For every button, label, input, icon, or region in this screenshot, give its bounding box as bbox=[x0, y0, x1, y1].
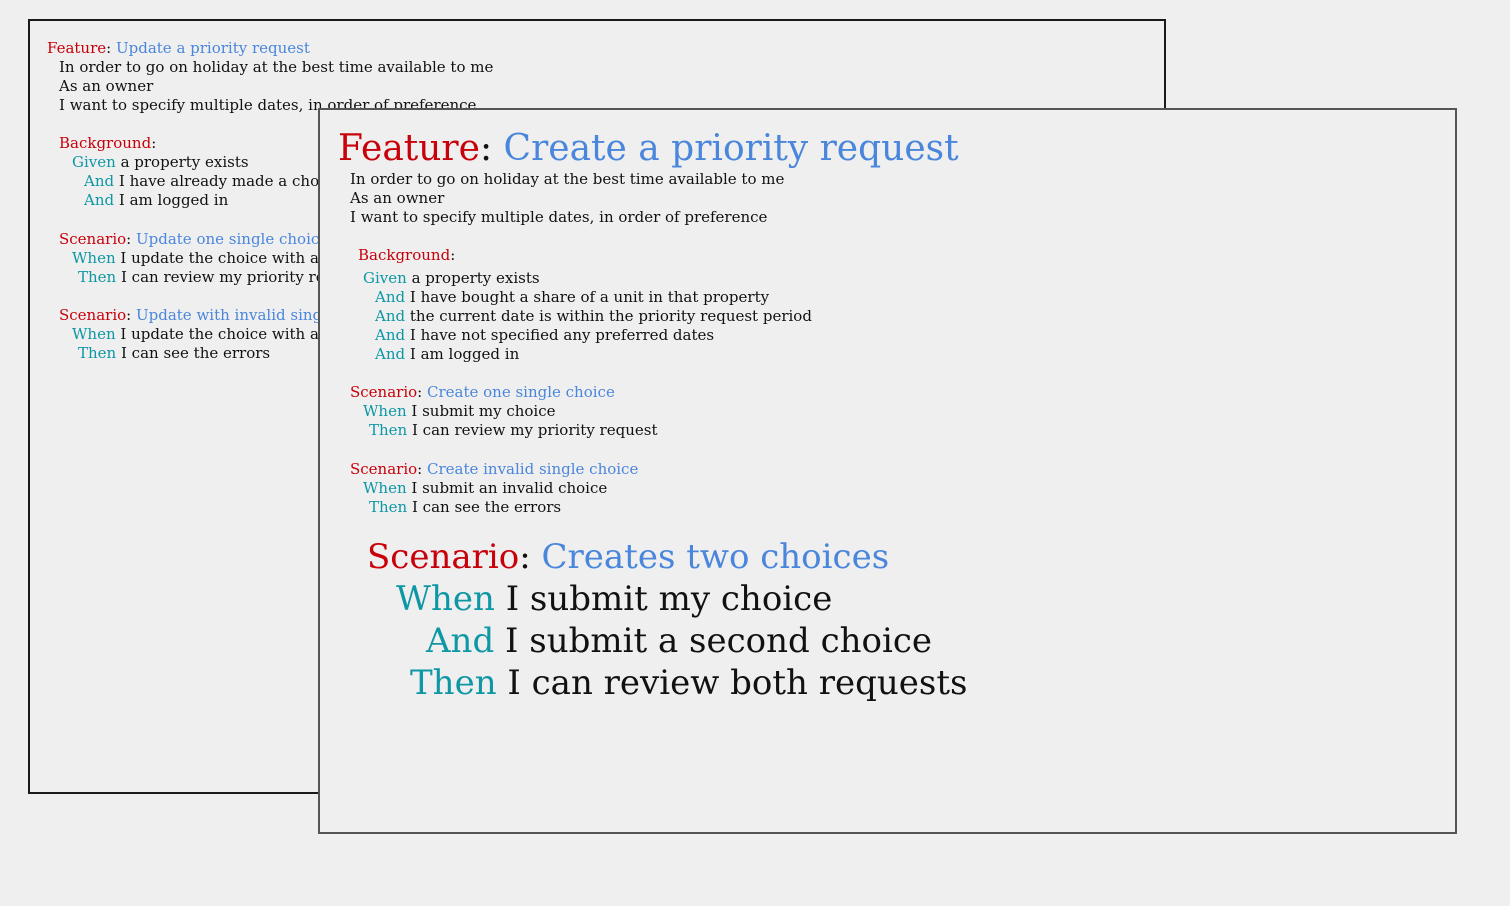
description-line: As an owner bbox=[350, 189, 445, 207]
step-line: Then I can review my priority request bbox=[369, 421, 658, 439]
step-line: And the current date is within the prior… bbox=[375, 307, 812, 325]
step-line: And I have bought a share of a unit in t… bbox=[375, 288, 770, 306]
step-line: Then I can see the errors bbox=[369, 498, 562, 516]
background-keyword: Background bbox=[59, 134, 152, 152]
scenario-heading: Scenario: Create invalid single choice bbox=[350, 460, 639, 478]
step-line: And I am logged in bbox=[84, 191, 229, 209]
step-line: And I have already made a choice bbox=[84, 172, 342, 190]
step-line: Given a property exists bbox=[72, 153, 249, 171]
description-line: In order to go on holiday at the best ti… bbox=[59, 58, 494, 76]
description-line: I want to specify multiple dates, in ord… bbox=[350, 208, 768, 226]
step-line: And I have not specified any preferred d… bbox=[375, 326, 715, 344]
step-line: When I submit an invalid choice bbox=[363, 479, 608, 497]
step-line: When I submit my choice bbox=[363, 402, 556, 420]
feature-keyword: Feature bbox=[47, 39, 107, 57]
feature-keyword: Feature bbox=[338, 128, 480, 169]
feature-heading: Feature: Update a priority request bbox=[47, 39, 310, 57]
step-line: When I submit my choice bbox=[396, 579, 833, 619]
feature-title: Update a priority request bbox=[115, 39, 310, 57]
background-heading: Background: bbox=[59, 134, 157, 152]
feature-card-create: Feature: Create a priority request In or… bbox=[318, 108, 1457, 834]
feature-heading: Feature: Create a priority request bbox=[338, 128, 959, 169]
step-line: And I submit a second choice bbox=[426, 621, 933, 661]
background-heading: Background: bbox=[358, 246, 456, 264]
description-line: In order to go on holiday at the best ti… bbox=[350, 170, 785, 188]
scenario-heading: Scenario: Create one single choice bbox=[350, 383, 615, 401]
feature-title: Create a priority request bbox=[503, 128, 959, 169]
scenario-heading: Scenario: Update one single choice bbox=[59, 230, 329, 248]
background-keyword: Background bbox=[358, 246, 451, 264]
step-line: And I am logged in bbox=[375, 345, 520, 363]
description-line: As an owner bbox=[59, 77, 154, 95]
step-line: Then I can see the errors bbox=[78, 344, 271, 362]
scenario-heading-highlight: Scenario: Creates two choices bbox=[367, 537, 890, 577]
step-line: Then I can review both requests bbox=[410, 663, 968, 703]
step-line: Given a property exists bbox=[363, 269, 540, 287]
